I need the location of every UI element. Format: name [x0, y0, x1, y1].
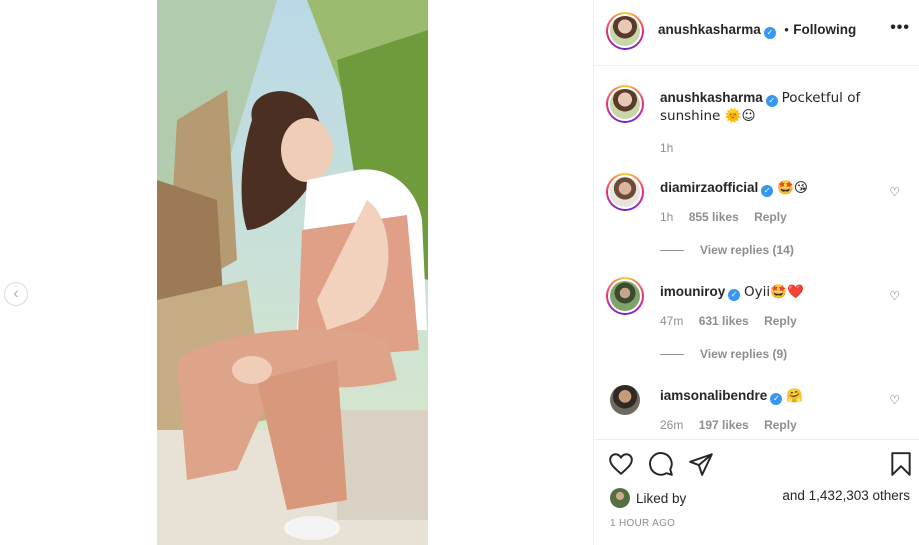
caption-username[interactable]: anushkasharma [660, 90, 763, 105]
likes-count[interactable]: and 1,432,303 others [782, 488, 910, 503]
avatar[interactable] [606, 85, 644, 123]
avatar[interactable] [606, 12, 644, 50]
avatar[interactable] [606, 381, 644, 419]
comment-username[interactable]: iamsonalibendre [660, 388, 767, 403]
post-photo [157, 0, 428, 545]
verified-badge-icon: ✓ [761, 185, 774, 197]
comment-text: 🤗 [786, 388, 803, 404]
caption-time: 1h [660, 141, 674, 155]
post-details-pane: anushkasharma ✓ • Following ••• anushkash… [593, 0, 919, 545]
comment-likes[interactable]: 197 likes [699, 418, 749, 432]
media-pane: ‹ [0, 0, 593, 545]
share-icon[interactable] [688, 451, 714, 477]
comments-list: anushkasharma ✓ Pocketful of sunshine 🌞☺ … [594, 67, 919, 439]
heart-icon[interactable] [608, 451, 634, 477]
avatar[interactable] [606, 173, 644, 211]
comment-time: 1h [660, 210, 674, 224]
chevron-left-icon[interactable]: ‹ [4, 282, 28, 306]
comment-username[interactable]: imouniroy [660, 284, 725, 299]
more-options-icon[interactable]: ••• [890, 19, 910, 37]
action-bar: Liked by and 1,432,303 others 1 HOUR AGO [594, 439, 919, 545]
comment-text: 🤩😘 [777, 180, 808, 196]
author-username[interactable]: anushkasharma [658, 22, 761, 37]
avatar [610, 488, 630, 508]
comment-likes[interactable]: 855 likes [689, 210, 739, 224]
heart-icon[interactable]: ♡ [889, 185, 900, 199]
verified-badge-icon: ✓ [765, 95, 778, 107]
separator: • [784, 22, 789, 37]
post-timestamp: 1 HOUR AGO [610, 518, 676, 529]
heart-icon[interactable]: ♡ [889, 289, 900, 303]
view-replies-button[interactable]: View replies (9) [660, 347, 787, 361]
comment-username[interactable]: diamirzaofficial [660, 180, 758, 195]
comment-time: 26m [660, 418, 684, 432]
reply-button[interactable]: Reply [764, 314, 797, 328]
comment-time: 47m [660, 314, 684, 328]
heart-icon[interactable]: ♡ [889, 393, 900, 407]
reply-button[interactable]: Reply [754, 210, 787, 224]
post-header: anushkasharma ✓ • Following ••• [594, 0, 919, 66]
view-replies-button[interactable]: View replies (14) [660, 243, 794, 257]
comment-likes[interactable]: 631 likes [699, 314, 749, 328]
likes-summary[interactable]: Liked by and 1,432,303 others [610, 488, 910, 508]
comment-icon[interactable] [648, 451, 674, 477]
following-button[interactable]: Following [793, 22, 856, 37]
comment-text: Oyii🤩❤️ [744, 284, 804, 300]
verified-badge-icon: ✓ [728, 289, 741, 301]
liked-by-label: Liked by [636, 491, 687, 506]
verified-badge-icon: ✓ [770, 393, 783, 405]
avatar[interactable] [606, 277, 644, 315]
reply-button[interactable]: Reply [764, 418, 797, 432]
verified-badge-icon: ✓ [763, 27, 776, 39]
bookmark-icon[interactable] [888, 451, 914, 477]
